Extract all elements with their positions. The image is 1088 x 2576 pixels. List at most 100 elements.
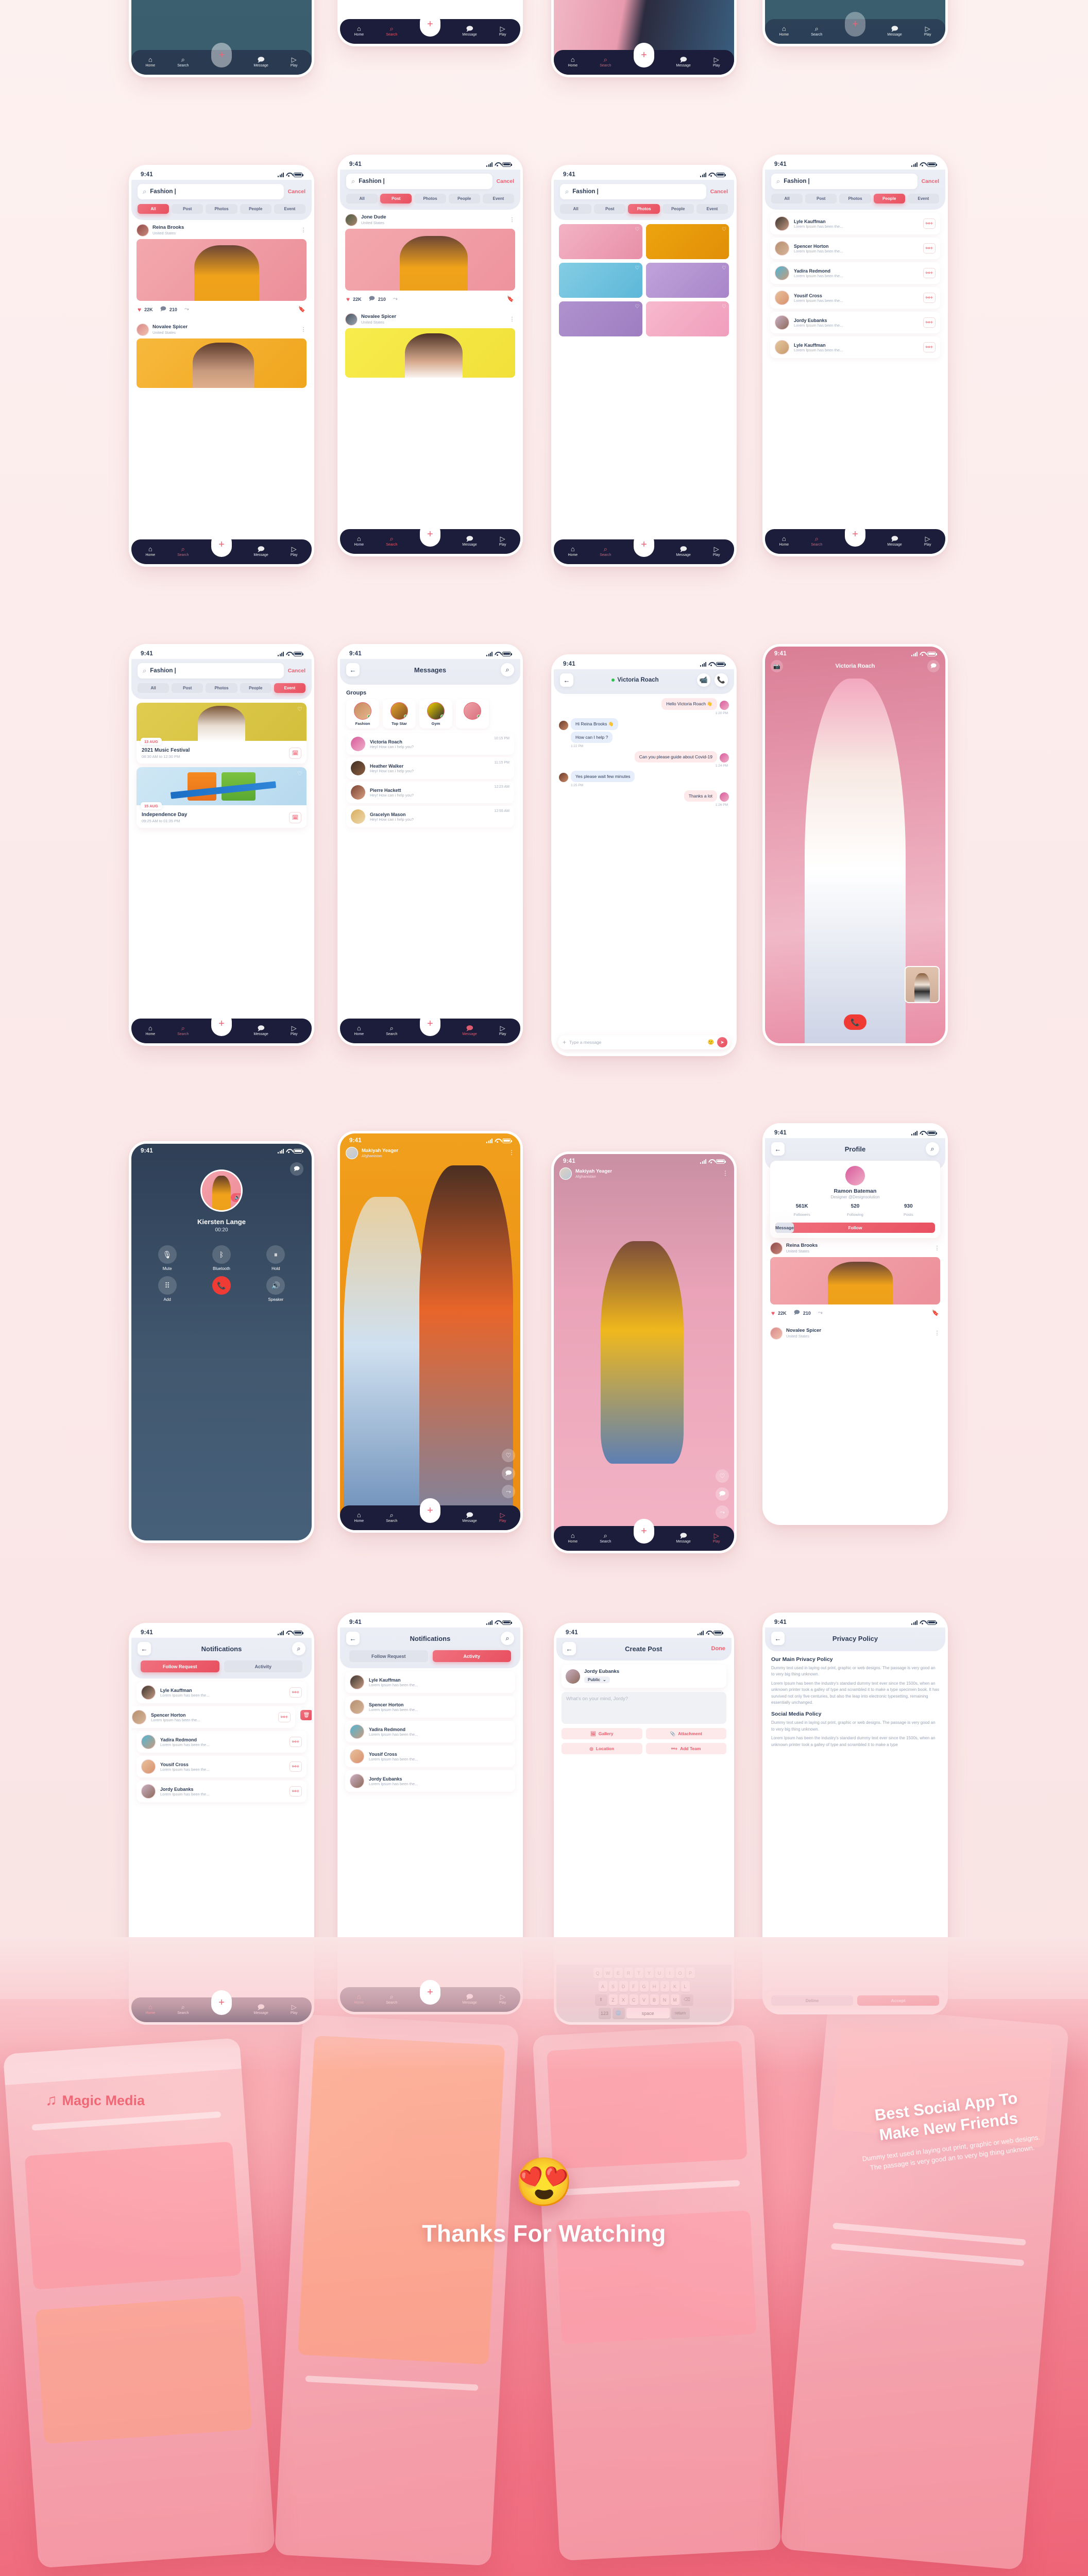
key-o[interactable]: O: [675, 1968, 685, 1978]
list-item[interactable]: Pierre Hackett Hey! How can i help you? 12…: [346, 782, 514, 803]
nav-item-play[interactable]: ▷ Play: [291, 1025, 298, 1036]
photo-tile[interactable]: ♡: [559, 263, 642, 298]
nav-item-message[interactable]: 🗩 Message: [887, 25, 902, 37]
heart-icon[interactable]: ♡: [722, 304, 726, 310]
search-input[interactable]: ⌕ Fashion |: [346, 174, 492, 189]
key-z[interactable]: Z: [608, 1994, 618, 2005]
add-friend-button[interactable]: ⚯+: [923, 342, 936, 352]
location-button[interactable]: ◎ Location: [562, 1743, 642, 1754]
nav-item-home[interactable]: ⌂ Home: [354, 535, 364, 547]
key-s[interactable]: S: [608, 1981, 618, 1992]
list-item[interactable]: Yadira Redmond Lorem Ipsum has been the..…: [770, 262, 940, 284]
message-input[interactable]: Type a message: [569, 1040, 705, 1045]
photo-tile[interactable]: ♡: [645, 263, 729, 298]
list-item[interactable]: Jordy Eubanks Lorem Ipsum has been the...…: [137, 1781, 307, 1802]
create-fab[interactable]: +: [420, 1980, 440, 2005]
list-item[interactable]: Lyle Kauffman Lorem Ipsum has been the...…: [137, 1682, 307, 1703]
nav-item-play[interactable]: ▷ Play: [713, 1532, 720, 1544]
event-card[interactable]: ♡ 13 AUG 2021 Music Festival 08:30 AM to…: [137, 703, 307, 764]
list-item[interactable]: Yadira Redmond Lorem Ipsum has been the..…: [137, 1731, 307, 1753]
message-button[interactable]: Message: [775, 1223, 794, 1233]
create-fab[interactable]: +: [420, 1498, 440, 1523]
end-call-button[interactable]: 📞: [197, 1276, 246, 1302]
heart-icon[interactable]: ♡: [635, 227, 640, 232]
back-button[interactable]: ←: [563, 1642, 576, 1655]
back-button[interactable]: ←: [771, 1632, 785, 1645]
list-item[interactable]: Jordy Eubanks Lorem Ipsum has been the...: [345, 1770, 515, 1792]
chip-photos[interactable]: Photos: [839, 194, 871, 204]
add-friend-button[interactable]: ⚯+: [923, 317, 936, 328]
search-input[interactable]: ⌕ Fashion |: [771, 174, 917, 189]
share-icon[interactable]: ⤳: [502, 1485, 515, 1498]
heart-icon[interactable]: ♡: [722, 227, 726, 232]
chip-people[interactable]: People: [873, 194, 905, 204]
more-options-icon[interactable]: ⋮: [509, 317, 516, 322]
add-call-button[interactable]: ⠿ Add: [143, 1276, 192, 1302]
nav-item-search[interactable]: ⌕ Search: [386, 1512, 397, 1523]
chip-event[interactable]: Event: [274, 683, 306, 693]
key-m[interactable]: M: [670, 1994, 679, 2005]
nav-item-message[interactable]: 🗩 Message: [462, 25, 477, 37]
key-a[interactable]: A: [598, 1981, 607, 1992]
comment-icon[interactable]: 🗩: [502, 1467, 515, 1480]
event-card[interactable]: ♡ 15 AUG Independence Day 09:25 AM to 01…: [137, 767, 307, 828]
nav-item-home[interactable]: ⌂ Home: [146, 1025, 156, 1036]
key-f[interactable]: F: [629, 1981, 638, 1992]
post-actions[interactable]: ♥ 22K 🗩 210 ⤳ 🔖: [131, 301, 312, 319]
chip-people[interactable]: People: [662, 204, 694, 214]
nav-item-search[interactable]: ⌕ Search: [811, 25, 822, 37]
nav-item-play[interactable]: ▷ Play: [713, 546, 720, 557]
send-button[interactable]: ➤: [717, 1037, 727, 1047]
delete-button[interactable]: 🗑: [300, 1710, 312, 1720]
chat-input-bar[interactable]: + Type a message 🙂 ➤: [558, 1035, 730, 1049]
key-h[interactable]: H: [650, 1981, 659, 1992]
key-e[interactable]: E: [614, 1968, 623, 1978]
share-icon[interactable]: ⤳: [393, 296, 398, 302]
group-item[interactable]: Top Star: [383, 699, 416, 728]
key-l[interactable]: L: [681, 1981, 690, 1992]
globe-icon[interactable]: 🌐: [612, 2008, 625, 2019]
chip-photos[interactable]: Photos: [628, 204, 660, 214]
nav-item-search[interactable]: ⌕ Search: [177, 1025, 189, 1036]
chip-post[interactable]: Post: [172, 204, 203, 214]
add-friend-button[interactable]: ⚯+: [923, 218, 936, 229]
list-item[interactable]: Spencer Horton Lorem Ipsum has been the..…: [770, 238, 940, 259]
heart-icon[interactable]: ♡: [722, 265, 726, 271]
nav-item-home[interactable]: ⌂ Home: [568, 546, 578, 557]
decline-button[interactable]: Deline: [771, 1995, 853, 2006]
gallery-button[interactable]: 🖼 Gallery: [562, 1728, 642, 1739]
key-b[interactable]: B: [650, 1994, 659, 2005]
chat-icon[interactable]: 🗩: [290, 1162, 303, 1176]
nav-item-message[interactable]: 🗩 Message: [676, 546, 690, 557]
self-view-pip[interactable]: [905, 966, 940, 1003]
key-u[interactable]: U: [655, 1968, 664, 1978]
chat-icon[interactable]: 🗩: [927, 660, 940, 672]
post-actions[interactable]: ♥ 22K 🗩 210 ⤳ 🔖: [340, 291, 520, 309]
group-item[interactable]: [456, 699, 489, 728]
chip-all[interactable]: All: [138, 204, 169, 214]
video-call-button[interactable]: 📹: [697, 673, 710, 687]
list-item[interactable]: Heather Walker Hey! How can i help you? 11…: [346, 757, 514, 779]
create-fab[interactable]: +: [211, 43, 232, 67]
calendar-icon[interactable]: 🗓: [289, 748, 301, 759]
key-j[interactable]: J: [660, 1981, 669, 1992]
follow-button[interactable]: Follow: [775, 1223, 935, 1233]
create-fab[interactable]: +: [420, 12, 440, 37]
bookmark-icon[interactable]: 🔖: [932, 1310, 939, 1316]
create-fab[interactable]: +: [634, 532, 654, 557]
more-options-icon[interactable]: ⋮: [508, 1149, 515, 1156]
key-c[interactable]: C: [629, 1994, 638, 2005]
attachment-button[interactable]: 📎 Attachment: [645, 1728, 726, 1739]
nav-item-message[interactable]: 🗩 Message: [887, 535, 902, 547]
heart-icon[interactable]: ♡: [635, 265, 640, 271]
list-item[interactable]: Jordy Eubanks Lorem Ipsum has been the...…: [770, 312, 940, 333]
chip-post[interactable]: Post: [380, 194, 412, 204]
share-icon[interactable]: ⤳: [818, 1310, 823, 1316]
tab-activity[interactable]: Activity: [432, 1650, 511, 1662]
search-button[interactable]: ⌕: [292, 1642, 305, 1655]
more-options-icon[interactable]: ⋮: [934, 1331, 941, 1336]
chip-event[interactable]: Event: [696, 204, 728, 214]
call-controls[interactable]: 🎙 Mute ᛒ Bluetooth ⏸ Hold ⠿ Add 📞 🔊 Speaker: [131, 1233, 312, 1302]
add-friend-button[interactable]: ⚯+: [290, 1761, 302, 1772]
post-text-input[interactable]: What's on your mind, Jordy?: [562, 1692, 726, 1724]
